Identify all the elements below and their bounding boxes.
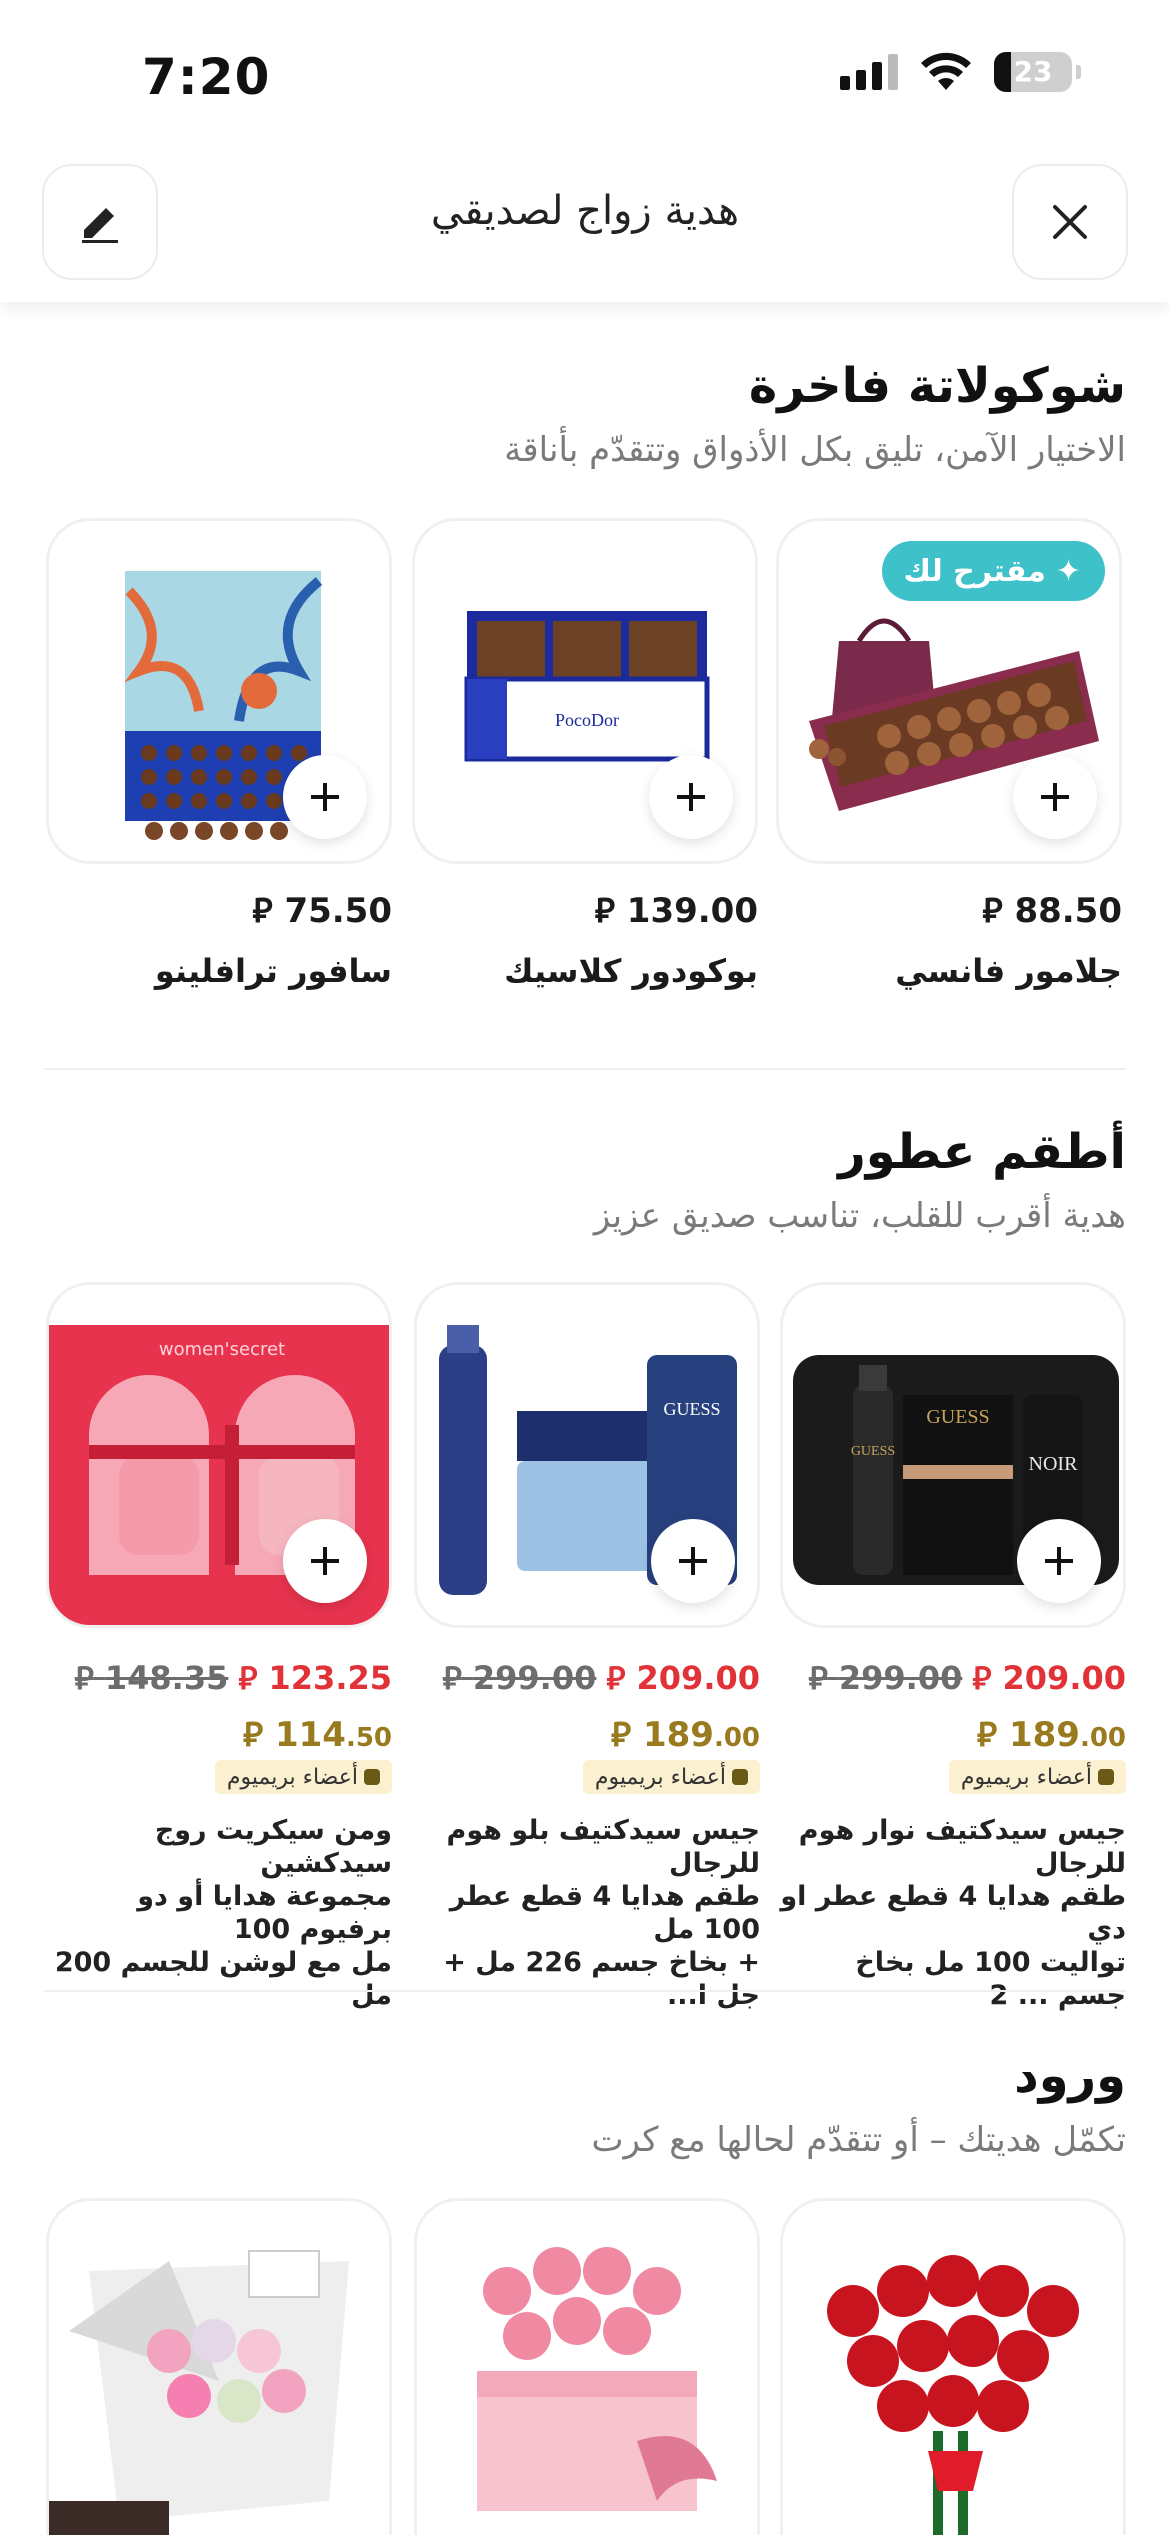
premium-icon [732, 1769, 748, 1785]
section-subtitle-chocolate: الاختيار الآمن، تليق بكل الأذواق وتتقدّم… [504, 430, 1126, 470]
product-card[interactable]: women'secret [46, 1282, 392, 1628]
sparkle-icon: ✦ [1055, 553, 1081, 589]
status-icons: 23 [840, 52, 1081, 92]
plus-icon [679, 1547, 707, 1575]
battery-level: 23 [1013, 55, 1053, 88]
add-to-cart-button[interactable] [651, 1519, 735, 1603]
battery-icon: 23 [994, 52, 1081, 92]
add-to-cart-button[interactable] [1017, 1519, 1101, 1603]
svg-text:GUESS: GUESS [663, 1399, 720, 1419]
plus-icon [311, 783, 339, 811]
premium-price: ⃁ 189.00 [976, 1715, 1126, 1755]
product-name: سافور ترافلينو [154, 952, 392, 990]
wifi-icon [921, 52, 971, 90]
status-bar: 7:20 23 [0, 0, 1170, 150]
plus-icon [677, 783, 705, 811]
product-sale-price: ⃁ 299.00 ⃁ 209.00 [442, 1659, 760, 1697]
close-icon [1053, 205, 1087, 239]
product-name: جلامور فانسي [895, 952, 1122, 990]
product-image-red-roses [827, 2255, 1079, 2535]
svg-text:GUESS: GUESS [851, 1444, 895, 1459]
product-description: جيس سيدكتيف بلو هوم للرجال طقم هدايا 4 ق… [443, 1815, 760, 2011]
close-button[interactable] [1012, 164, 1128, 280]
premium-members-tag: أعضاء بريميوم [214, 1760, 392, 1794]
product-card[interactable] [414, 2198, 760, 2535]
product-price: ⃁ 139.00 [594, 891, 758, 931]
product-image-pink-roses-box [477, 2247, 717, 2511]
plus-icon [1045, 1547, 1073, 1575]
section-divider [44, 1990, 1126, 1992]
section-subtitle-perfume-sets: هدية أقرب للقلب، تناسب صديق عزيز [593, 1196, 1126, 1236]
premium-price: ⃁ 189.00 [610, 1715, 760, 1755]
cellular-signal-icon [840, 54, 898, 90]
product-card[interactable]: GUESS GUESS NOIR [780, 1282, 1126, 1628]
product-card[interactable]: ✦ مقترح لك [776, 518, 1122, 864]
recommended-badge-label: مقترح لك [903, 553, 1046, 589]
section-title-perfume-sets: أطقم عطور [838, 1124, 1126, 1180]
premium-icon [364, 1769, 380, 1785]
product-price: ⃁ 75.50 [252, 891, 392, 931]
recommended-badge: ✦ مقترح لك [881, 541, 1105, 601]
section-subtitle-flowers: تكمّل هديتك – أو تتقدّم لحالها مع كرت [591, 2120, 1126, 2160]
top-bar: هدية زواج لصديقي [0, 150, 1170, 302]
plus-icon [1041, 783, 1069, 811]
product-name: بوكودور كلاسيك [504, 952, 758, 990]
premium-price: ⃁ 114.50 [242, 1715, 392, 1755]
product-card[interactable]: GUESS [414, 1282, 760, 1628]
add-to-cart-button[interactable] [1013, 755, 1097, 839]
product-card[interactable]: PocoDor [412, 518, 758, 864]
product-card[interactable] [46, 2198, 392, 2535]
add-to-cart-button[interactable] [649, 755, 733, 839]
product-sale-price: ⃁ 299.00 ⃁ 209.00 [808, 1659, 1126, 1697]
premium-members-tag: أعضاء بريميوم [948, 1760, 1126, 1794]
status-time: 7:20 [142, 48, 271, 106]
add-to-cart-button[interactable] [283, 755, 367, 839]
section-divider [44, 1068, 1126, 1070]
svg-text:PocoDor: PocoDor [555, 710, 619, 730]
section-title-flowers: ورود [1014, 2048, 1126, 2104]
product-image-mixed-bouquet [49, 2250, 349, 2535]
product-card[interactable] [780, 2198, 1126, 2535]
add-to-cart-button[interactable] [283, 1519, 367, 1603]
product-price: ⃁ 88.50 [982, 891, 1122, 931]
product-sale-price: ⃁ 148.35 ⃁ 123.25 [74, 1659, 392, 1697]
svg-text:GUESS: GUESS [926, 1406, 989, 1428]
section-title-chocolate: شوكولاتة فاخرة [748, 358, 1126, 414]
premium-icon [1098, 1769, 1114, 1785]
svg-text:NOIR: NOIR [1029, 1453, 1079, 1475]
product-description: جيس سيدكتيف نوار هوم للرجال طقم هدايا 4 … [780, 1815, 1126, 2011]
product-card[interactable] [46, 518, 392, 864]
product-description: ومن سيكريت روج سيدكشين مجموعة هدايا أو د… [54, 1815, 392, 2011]
plus-icon [311, 1547, 339, 1575]
page-title: هدية زواج لصديقي [430, 188, 740, 234]
premium-members-tag: أعضاء بريميوم [582, 1760, 760, 1794]
svg-text:women'secret: women'secret [159, 1339, 285, 1360]
